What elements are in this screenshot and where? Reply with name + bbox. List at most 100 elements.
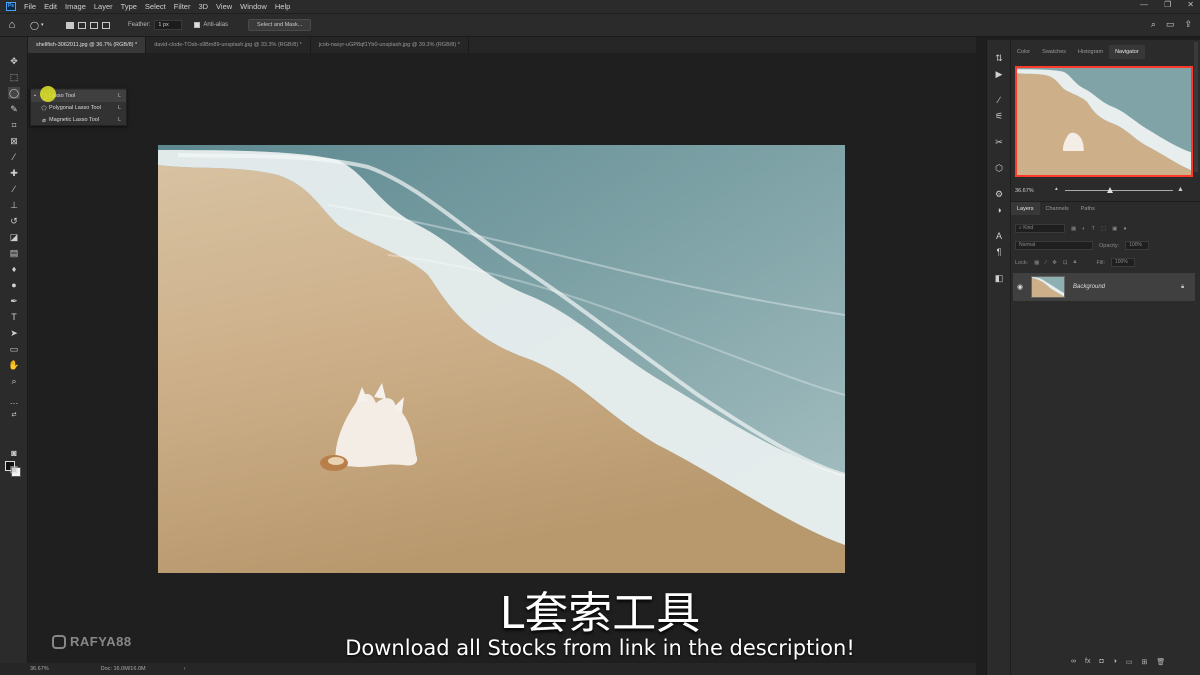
add-selection-icon[interactable] <box>78 21 86 29</box>
crop-tool-icon[interactable]: ⌗ <box>8 119 20 131</box>
properties-icon[interactable]: ⚙ <box>993 188 1005 200</box>
clone-stamp-tool-icon[interactable]: ⊥ <box>8 199 20 211</box>
menu-edit[interactable]: Edit <box>44 2 57 11</box>
doc-tab-david-clode[interactable]: david-clode-TOsb-s9Bm89-unsplash.jpg @ 3… <box>146 37 311 53</box>
frame-tool-icon[interactable]: ⊠ <box>8 135 20 147</box>
menu-3d[interactable]: 3D <box>198 2 208 11</box>
dodge-tool-icon[interactable]: ● <box>8 279 20 291</box>
link-layers-icon[interactable]: ∞ <box>1071 658 1076 666</box>
menu-filter[interactable]: Filter <box>174 2 191 11</box>
lock-position-icon[interactable]: ✥ <box>1052 260 1057 266</box>
blend-mode-select[interactable]: Normal <box>1015 241 1093 250</box>
brush-panel-icon[interactable]: ∕ <box>993 94 1005 106</box>
doc-tab-jcob-nasyr[interactable]: jcob-nasyr-uGP8qf1Yb0-unsplash.jpg @ 39.… <box>311 37 469 53</box>
quick-select-tool-icon[interactable]: ✎ <box>8 103 20 115</box>
tab-paths[interactable]: Paths <box>1075 202 1101 215</box>
paragraph-icon[interactable]: ¶ <box>993 246 1005 258</box>
canvas-area[interactable] <box>28 53 976 663</box>
minimize-button[interactable]: — <box>1140 0 1148 9</box>
status-arrow-icon[interactable]: › <box>184 666 186 672</box>
menu-layer[interactable]: Layer <box>94 2 113 11</box>
shape-tool-icon[interactable]: ▭ <box>8 343 20 355</box>
tab-swatches[interactable]: Swatches <box>1036 45 1072 59</box>
lasso-tool-icon[interactable]: ◯ <box>8 87 20 99</box>
tools-panel-icon[interactable]: ✂ <box>993 136 1005 148</box>
brush-tool-icon[interactable]: ∕ <box>8 183 20 195</box>
layer-row-background[interactable]: ◉ Background 🔒︎ <box>1013 273 1195 301</box>
filter-adjust-icon[interactable]: ◐ <box>1082 226 1085 232</box>
hand-tool-icon[interactable]: ✋ <box>8 359 20 371</box>
zoom-out-icon[interactable]: ▴ <box>1055 186 1058 192</box>
doc-tab-shellfish[interactable]: shellfish-3062011.jpg @ 36.7% (RGB/8) * <box>28 37 147 53</box>
navigator-thumbnail[interactable] <box>1015 66 1193 177</box>
add-mask-icon[interactable]: ◘ <box>1099 658 1103 666</box>
new-selection-icon[interactable] <box>66 21 74 29</box>
workspace-icon[interactable]: ▭ <box>1166 19 1175 30</box>
menu-type[interactable]: Type <box>121 2 137 11</box>
layer-kind-filter[interactable]: ⌕ Kind <box>1015 224 1065 233</box>
menu-window[interactable]: Window <box>240 2 267 11</box>
gradient-tool-icon[interactable]: ▤ <box>8 247 20 259</box>
beach-shell-photo[interactable] <box>158 145 845 573</box>
zoom-in-icon[interactable]: ▲ <box>1177 186 1184 193</box>
tab-histogram[interactable]: Histogram <box>1072 45 1109 59</box>
menu-image[interactable]: Image <box>65 2 86 11</box>
lock-all-icon[interactable]: 🔒︎ <box>1074 259 1077 266</box>
layer-style-icon[interactable]: fx <box>1085 658 1090 666</box>
3d-icon[interactable]: ⬡ <box>993 162 1005 174</box>
subtract-selection-icon[interactable] <box>90 21 98 29</box>
tab-layers[interactable]: Layers <box>1011 202 1040 215</box>
zoom-slider-handle[interactable] <box>1107 187 1113 193</box>
eyedropper-tool-icon[interactable]: ⁄ <box>8 151 20 163</box>
eye-icon[interactable]: ◉ <box>1013 283 1027 291</box>
more-tools-icon[interactable]: … <box>8 395 20 407</box>
path-selection-tool-icon[interactable]: ➤ <box>8 327 20 339</box>
flyout-polygonal-lasso-tool[interactable]: ⬠ Polygonal Lasso Tool L <box>31 102 126 114</box>
filter-toggle-icon[interactable]: ● <box>1123 226 1126 232</box>
opacity-input[interactable]: 100% <box>1125 241 1150 250</box>
panel-scrollbar[interactable] <box>1194 42 1198 172</box>
filter-type-icon[interactable]: T <box>1092 226 1095 232</box>
type-tool-icon[interactable]: T <box>8 311 20 323</box>
adjustments-icon[interactable]: ⚟ <box>993 110 1005 122</box>
new-adjustment-icon[interactable]: ◑ <box>1113 658 1117 666</box>
flyout-magnetic-lasso-tool[interactable]: ⌀ Magnetic Lasso Tool L <box>31 114 126 126</box>
tab-color[interactable]: Color <box>1011 45 1036 59</box>
move-tool-icon[interactable]: ✥ <box>8 55 20 67</box>
history-icon[interactable]: ⇅ <box>993 52 1005 64</box>
new-group-icon[interactable]: ▭ <box>1126 658 1133 666</box>
libraries-icon[interactable]: ◧ <box>993 272 1005 284</box>
marquee-tool-icon[interactable]: ⬚ <box>8 71 20 83</box>
history-brush-tool-icon[interactable]: ↺ <box>8 215 20 227</box>
select-and-mask-button[interactable]: Select and Mask... <box>248 19 312 31</box>
fill-input[interactable]: 100% <box>1111 258 1135 267</box>
delete-layer-icon[interactable]: 🗑︎ <box>1156 658 1165 666</box>
tab-channels[interactable]: Channels <box>1040 202 1075 215</box>
zoom-tool-icon[interactable]: ⌕ <box>8 375 20 387</box>
screen-mode-icon[interactable]: ▣ <box>8 463 20 475</box>
status-zoom[interactable]: 36.67% <box>30 666 49 672</box>
character-icon[interactable]: A <box>993 230 1005 242</box>
new-layer-icon[interactable]: ⊞ <box>1142 658 1148 666</box>
styles-icon[interactable]: ◑ <box>993 204 1005 216</box>
blur-tool-icon[interactable]: ♦ <box>8 263 20 275</box>
home-icon[interactable]: ⌂ <box>0 19 24 31</box>
lock-artboard-icon[interactable]: ⊡ <box>1063 260 1068 266</box>
tab-navigator[interactable]: Navigator <box>1109 45 1145 59</box>
close-button[interactable]: ✕ <box>1187 0 1194 9</box>
intersect-selection-icon[interactable] <box>102 21 110 29</box>
menu-help[interactable]: Help <box>275 2 290 11</box>
menu-view[interactable]: View <box>216 2 232 11</box>
feather-input[interactable]: 1 px <box>154 20 183 30</box>
filter-pixel-icon[interactable]: ▦ <box>1071 226 1076 232</box>
zoom-slider-track[interactable] <box>1065 190 1173 191</box>
eraser-tool-icon[interactable]: ◪ <box>8 231 20 243</box>
quick-mask-icon[interactable]: ◙ <box>8 447 20 459</box>
actions-icon[interactable]: ▶ <box>993 68 1005 80</box>
swap-colors-icon[interactable]: ⇄ <box>8 409 20 421</box>
filter-smart-icon[interactable]: ▣ <box>1112 226 1117 232</box>
lock-paint-icon[interactable]: ∕ <box>1045 260 1046 266</box>
lock-transparent-icon[interactable]: ▦ <box>1034 260 1039 266</box>
antialias-checkbox[interactable] <box>194 22 201 28</box>
lasso-preset-picker[interactable]: ◯ ▾ <box>30 21 60 30</box>
